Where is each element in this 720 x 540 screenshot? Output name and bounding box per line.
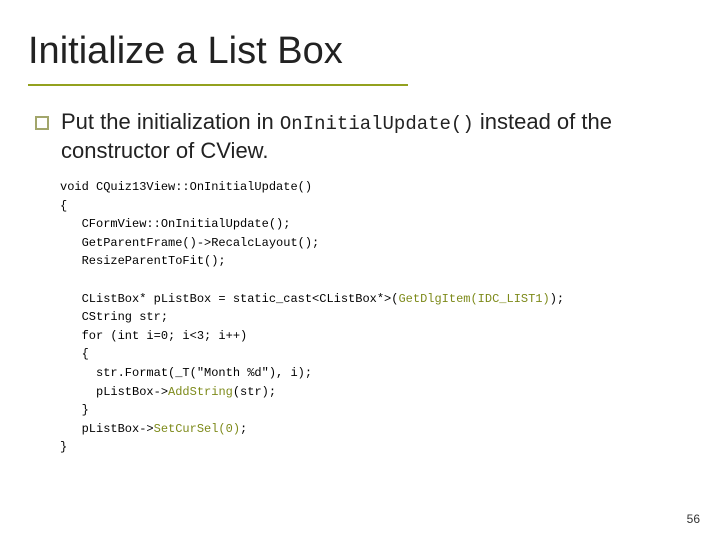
bullet-item: Put the initialization in OnInitialUpdat… [35,108,685,164]
code-line: pListBox-> [60,422,154,436]
code-line: } [60,440,67,454]
code-line: CString str; [60,310,168,324]
code-line: pListBox-> [60,385,168,399]
code-block: void CQuiz13View::OnInitialUpdate() { CF… [60,178,690,457]
code-line: for (int i=0; i<3; i++) [60,329,247,343]
code-line: ; [240,422,247,436]
square-bullet-icon [35,116,49,130]
code-line: } [60,403,89,417]
code-line: { [60,347,89,361]
code-line: CFormView::OnInitialUpdate(); [60,217,290,231]
bullet-mono: OnInitialUpdate() [280,113,474,135]
code-line: (str); [233,385,276,399]
code-line: GetParentFrame()->RecalcLayout(); [60,236,319,250]
code-highlight: GetDlgItem(IDC_LIST1) [398,292,549,306]
title-underline [28,84,408,86]
code-line: ); [550,292,564,306]
code-line: ResizeParentToFit(); [60,254,226,268]
code-line: CListBox* pListBox = static_cast<CListBo… [60,292,398,306]
code-line: str.Format(_T("Month %d"), i); [60,366,312,380]
code-line: void CQuiz13View::OnInitialUpdate() [60,180,312,194]
code-highlight: AddString [168,385,233,399]
bullet-text: Put the initialization in OnInitialUpdat… [61,108,685,164]
slide-title: Initialize a List Box [28,30,343,73]
code-highlight: SetCurSel(0) [154,422,240,436]
slide: Initialize a List Box Put the initializa… [0,0,720,540]
code-line: { [60,199,67,213]
page-number: 56 [687,512,700,526]
bullet-lead: Put the initialization in [61,109,280,134]
